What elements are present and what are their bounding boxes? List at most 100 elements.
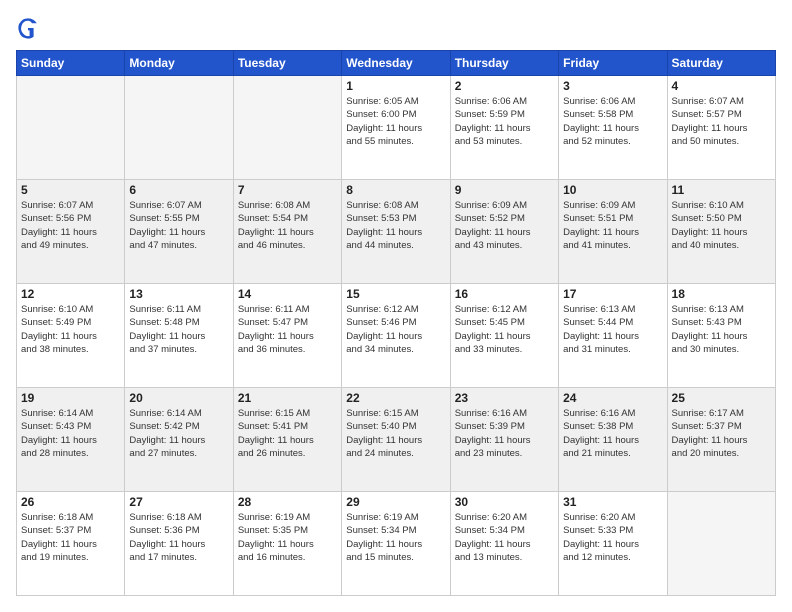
calendar-cell: [233, 76, 341, 180]
day-info: Sunrise: 6:19 AM Sunset: 5:34 PM Dayligh…: [346, 511, 445, 564]
day-number: 16: [455, 287, 554, 301]
week-row-2: 5Sunrise: 6:07 AM Sunset: 5:56 PM Daylig…: [17, 180, 776, 284]
calendar-cell: 31Sunrise: 6:20 AM Sunset: 5:33 PM Dayli…: [559, 492, 667, 596]
weekday-header-row: SundayMondayTuesdayWednesdayThursdayFrid…: [17, 51, 776, 76]
day-number: 12: [21, 287, 120, 301]
page: SundayMondayTuesdayWednesdayThursdayFrid…: [0, 0, 792, 612]
day-number: 30: [455, 495, 554, 509]
day-info: Sunrise: 6:16 AM Sunset: 5:39 PM Dayligh…: [455, 407, 554, 460]
calendar-cell: 20 Sunrise: 6:14 AM Sunset: 5:42 PM Dayli…: [125, 388, 233, 492]
day-number: 11: [672, 183, 771, 197]
calendar-cell: 28 Sunrise: 6:19 AM Sunset: 5:35 PM Dayli…: [233, 492, 341, 596]
day-info: Sunrise: 6:05 AM Sunset: 6:00 PM Dayligh…: [346, 95, 445, 148]
calendar-cell: 30 Sunrise: 6:20 AM Sunset: 5:34 PM Dayli…: [450, 492, 558, 596]
day-number: 7: [238, 183, 337, 197]
calendar-cell: 5Sunrise: 6:07 AM Sunset: 5:56 PM Daylig…: [17, 180, 125, 284]
logo: [16, 16, 44, 40]
day-number: 20: [129, 391, 228, 405]
day-number: 24: [563, 391, 662, 405]
weekday-header-monday: Monday: [125, 51, 233, 76]
day-info: Sunrise: 6:07 AM Sunset: 5:56 PM Dayligh…: [21, 199, 120, 252]
calendar-cell: 24 Sunrise: 6:16 AM Sunset: 5:38 PM Dayli…: [559, 388, 667, 492]
day-number: 19: [21, 391, 120, 405]
day-info: Sunrise: 6:10 AM Sunset: 5:49 PM Dayligh…: [21, 303, 120, 356]
calendar-cell: 7 Sunrise: 6:08 AM Sunset: 5:54 PM Daylig…: [233, 180, 341, 284]
day-info: Sunrise: 6:08 AM Sunset: 5:53 PM Dayligh…: [346, 199, 445, 252]
calendar-table: SundayMondayTuesdayWednesdayThursdayFrid…: [16, 50, 776, 596]
day-info: Sunrise: 6:07 AM Sunset: 5:55 PM Dayligh…: [129, 199, 228, 252]
day-number: 9: [455, 183, 554, 197]
day-info: Sunrise: 6:06 AM Sunset: 5:58 PM Dayligh…: [563, 95, 662, 148]
day-number: 22: [346, 391, 445, 405]
calendar-cell: 11 Sunrise: 6:10 AM Sunset: 5:50 PM Dayli…: [667, 180, 775, 284]
day-info: Sunrise: 6:18 AM Sunset: 5:37 PM Dayligh…: [21, 511, 120, 564]
day-number: 23: [455, 391, 554, 405]
calendar-cell: 23 Sunrise: 6:16 AM Sunset: 5:39 PM Dayli…: [450, 388, 558, 492]
calendar-cell: 18 Sunrise: 6:13 AM Sunset: 5:43 PM Dayli…: [667, 284, 775, 388]
day-info: Sunrise: 6:13 AM Sunset: 5:43 PM Dayligh…: [672, 303, 771, 356]
day-number: 21: [238, 391, 337, 405]
day-info: Sunrise: 6:20 AM Sunset: 5:34 PM Dayligh…: [455, 511, 554, 564]
week-row-1: 1 Sunrise: 6:05 AM Sunset: 6:00 PM Daylig…: [17, 76, 776, 180]
calendar-cell: 2 Sunrise: 6:06 AM Sunset: 5:59 PM Daylig…: [450, 76, 558, 180]
day-info: Sunrise: 6:12 AM Sunset: 5:45 PM Dayligh…: [455, 303, 554, 356]
calendar-cell: 15Sunrise: 6:12 AM Sunset: 5:46 PM Dayli…: [342, 284, 450, 388]
week-row-4: 19Sunrise: 6:14 AM Sunset: 5:43 PM Dayli…: [17, 388, 776, 492]
day-number: 4: [672, 79, 771, 93]
day-number: 25: [672, 391, 771, 405]
day-number: 28: [238, 495, 337, 509]
day-number: 10: [563, 183, 662, 197]
calendar-cell: 10 Sunrise: 6:09 AM Sunset: 5:51 PM Dayli…: [559, 180, 667, 284]
day-info: Sunrise: 6:14 AM Sunset: 5:42 PM Dayligh…: [129, 407, 228, 460]
day-number: 31: [563, 495, 662, 509]
calendar-cell: 12 Sunrise: 6:10 AM Sunset: 5:49 PM Dayli…: [17, 284, 125, 388]
day-info: Sunrise: 6:19 AM Sunset: 5:35 PM Dayligh…: [238, 511, 337, 564]
calendar-cell: 14 Sunrise: 6:11 AM Sunset: 5:47 PM Dayli…: [233, 284, 341, 388]
weekday-header-wednesday: Wednesday: [342, 51, 450, 76]
calendar-cell: 22 Sunrise: 6:15 AM Sunset: 5:40 PM Dayli…: [342, 388, 450, 492]
day-number: 6: [129, 183, 228, 197]
day-number: 17: [563, 287, 662, 301]
weekday-header-tuesday: Tuesday: [233, 51, 341, 76]
calendar-cell: [125, 76, 233, 180]
day-number: 27: [129, 495, 228, 509]
day-info: Sunrise: 6:12 AM Sunset: 5:46 PM Dayligh…: [346, 303, 445, 356]
calendar-cell: 4 Sunrise: 6:07 AM Sunset: 5:57 PM Daylig…: [667, 76, 775, 180]
weekday-header-saturday: Saturday: [667, 51, 775, 76]
day-info: Sunrise: 6:18 AM Sunset: 5:36 PM Dayligh…: [129, 511, 228, 564]
day-info: Sunrise: 6:11 AM Sunset: 5:47 PM Dayligh…: [238, 303, 337, 356]
day-number: 13: [129, 287, 228, 301]
logo-icon: [16, 16, 40, 40]
day-number: 1: [346, 79, 445, 93]
day-number: 26: [21, 495, 120, 509]
calendar-cell: 25Sunrise: 6:17 AM Sunset: 5:37 PM Dayli…: [667, 388, 775, 492]
weekday-header-friday: Friday: [559, 51, 667, 76]
day-number: 2: [455, 79, 554, 93]
calendar-cell: 9Sunrise: 6:09 AM Sunset: 5:52 PM Daylig…: [450, 180, 558, 284]
calendar-cell: 17 Sunrise: 6:13 AM Sunset: 5:44 PM Dayli…: [559, 284, 667, 388]
day-info: Sunrise: 6:15 AM Sunset: 5:40 PM Dayligh…: [346, 407, 445, 460]
day-info: Sunrise: 6:09 AM Sunset: 5:51 PM Dayligh…: [563, 199, 662, 252]
day-info: Sunrise: 6:06 AM Sunset: 5:59 PM Dayligh…: [455, 95, 554, 148]
calendar-cell: 27 Sunrise: 6:18 AM Sunset: 5:36 PM Dayli…: [125, 492, 233, 596]
day-info: Sunrise: 6:07 AM Sunset: 5:57 PM Dayligh…: [672, 95, 771, 148]
day-number: 3: [563, 79, 662, 93]
weekday-header-thursday: Thursday: [450, 51, 558, 76]
day-number: 29: [346, 495, 445, 509]
calendar-cell: [667, 492, 775, 596]
header: [16, 16, 776, 40]
day-info: Sunrise: 6:08 AM Sunset: 5:54 PM Dayligh…: [238, 199, 337, 252]
calendar-cell: 16 Sunrise: 6:12 AM Sunset: 5:45 PM Dayli…: [450, 284, 558, 388]
day-number: 8: [346, 183, 445, 197]
calendar-cell: [17, 76, 125, 180]
calendar-cell: 26 Sunrise: 6:18 AM Sunset: 5:37 PM Dayli…: [17, 492, 125, 596]
calendar-cell: 6 Sunrise: 6:07 AM Sunset: 5:55 PM Daylig…: [125, 180, 233, 284]
day-info: Sunrise: 6:13 AM Sunset: 5:44 PM Dayligh…: [563, 303, 662, 356]
day-info: Sunrise: 6:16 AM Sunset: 5:38 PM Dayligh…: [563, 407, 662, 460]
day-number: 18: [672, 287, 771, 301]
calendar-cell: 21Sunrise: 6:15 AM Sunset: 5:41 PM Dayli…: [233, 388, 341, 492]
calendar-cell: 1 Sunrise: 6:05 AM Sunset: 6:00 PM Daylig…: [342, 76, 450, 180]
day-number: 14: [238, 287, 337, 301]
day-info: Sunrise: 6:10 AM Sunset: 5:50 PM Dayligh…: [672, 199, 771, 252]
week-row-5: 26 Sunrise: 6:18 AM Sunset: 5:37 PM Dayli…: [17, 492, 776, 596]
